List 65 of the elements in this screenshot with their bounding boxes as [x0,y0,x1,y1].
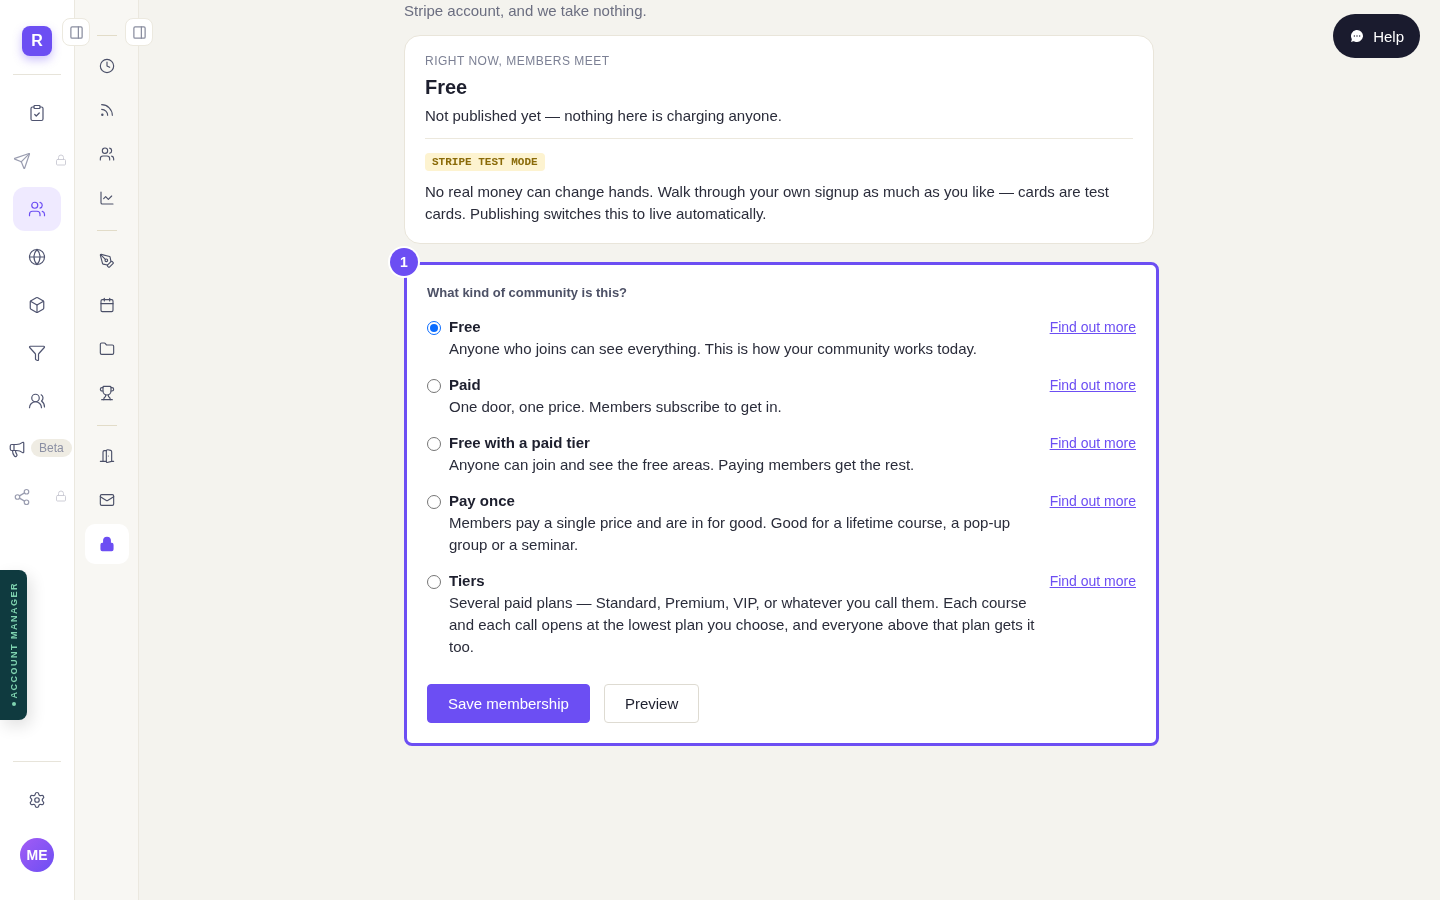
chart-icon [98,190,115,206]
find-out-more-link[interactable]: Find out more [1049,493,1136,509]
intro-text: Stripe account, and we take nothing. [404,2,648,19]
panel-toggle-button[interactable] [125,18,153,46]
filter-icon [28,344,46,362]
option-description: One door, one price. Members subscribe to get in. [449,397,783,417]
users-icon [98,146,115,162]
find-out-more-link[interactable]: Find out more [1049,435,1136,451]
test-mode-badge: STRIPE TEST MODE [425,153,545,171]
user-avatar[interactable]: ME [20,838,54,872]
test-mode-note: No real money can change hands. Walk through your own signup as much as you like — cards are test cards. Publishing switches this to live automatically. [425,182,1110,224]
find-out-more-link[interactable]: Find out more [1049,573,1136,589]
find-out-more-link[interactable]: Find out more [1049,319,1136,335]
clipboard-check-icon [28,104,46,122]
option-description: Anyone can join and see the free areas. Paying members get the rest. [449,455,916,475]
find-out-more-link[interactable]: Find out more [1049,377,1136,393]
logo: R [22,26,52,56]
lock-icon [98,536,115,552]
question-label: What kind of community is this? [427,285,629,300]
pen-icon [98,253,115,269]
help-button[interactable]: Help [1333,14,1420,58]
rss-icon [98,102,115,118]
trophy-icon [98,385,115,401]
step-number: 1 [390,248,418,276]
radio-button[interactable] [427,495,441,509]
radio-button[interactable] [427,575,441,589]
folder-icon [98,341,115,357]
chat-bubble-icon [1349,28,1366,44]
option-title: Free [449,318,482,335]
radio-button[interactable] [427,437,441,451]
gear-icon [28,791,46,809]
plan-title: Free [425,76,469,99]
lock-icon [55,490,67,502]
panel-icon [68,24,84,40]
preview-button[interactable]: Preview [603,684,700,723]
option-title: Free with a paid tier [449,434,591,451]
option-title: Pay once [449,492,516,509]
panel-icon [131,24,147,40]
option-description: Several paid plans — Standard, Premium, VIP, or whatever you call them. Each course and each call opens at the lowest plan you choose, and everyone above that plan gets it too. [449,593,1036,657]
rail-item[interactable] [13,187,61,231]
send-icon [13,152,31,170]
globe-icon [28,248,46,266]
option-description: Anyone who joins can see everything. This is how your community works today. [449,339,979,359]
option-description: Members pay a single price and are in for good. Good for a lifetime course, a pop-up group or a seminar. [449,513,1012,555]
panel-toggle-button[interactable] [62,18,90,46]
option-title: Tiers [449,572,486,589]
calendar-icon [98,297,115,313]
clock-icon [98,58,115,74]
status-text: Not published yet — nothing here is charging anyone. [425,107,783,124]
megaphone-icon [8,440,26,458]
subnav-item[interactable] [84,524,129,564]
box-icon [28,296,46,314]
lock-icon [55,154,67,166]
door-icon [98,448,115,464]
account-manager-tab[interactable]: ACCOUNT MANAGER [0,570,27,720]
save-button[interactable]: Save membership [427,684,590,723]
radio-button[interactable] [427,379,441,393]
users-icon [28,200,46,218]
option-title: Paid [449,376,482,393]
eyebrow: RIGHT NOW, MEMBERS MEET [425,54,611,68]
users-icon [28,392,46,410]
share-icon [13,488,31,506]
radio-button[interactable] [427,321,441,335]
beta-badge: Beta [31,439,72,457]
mail-icon [98,492,115,508]
